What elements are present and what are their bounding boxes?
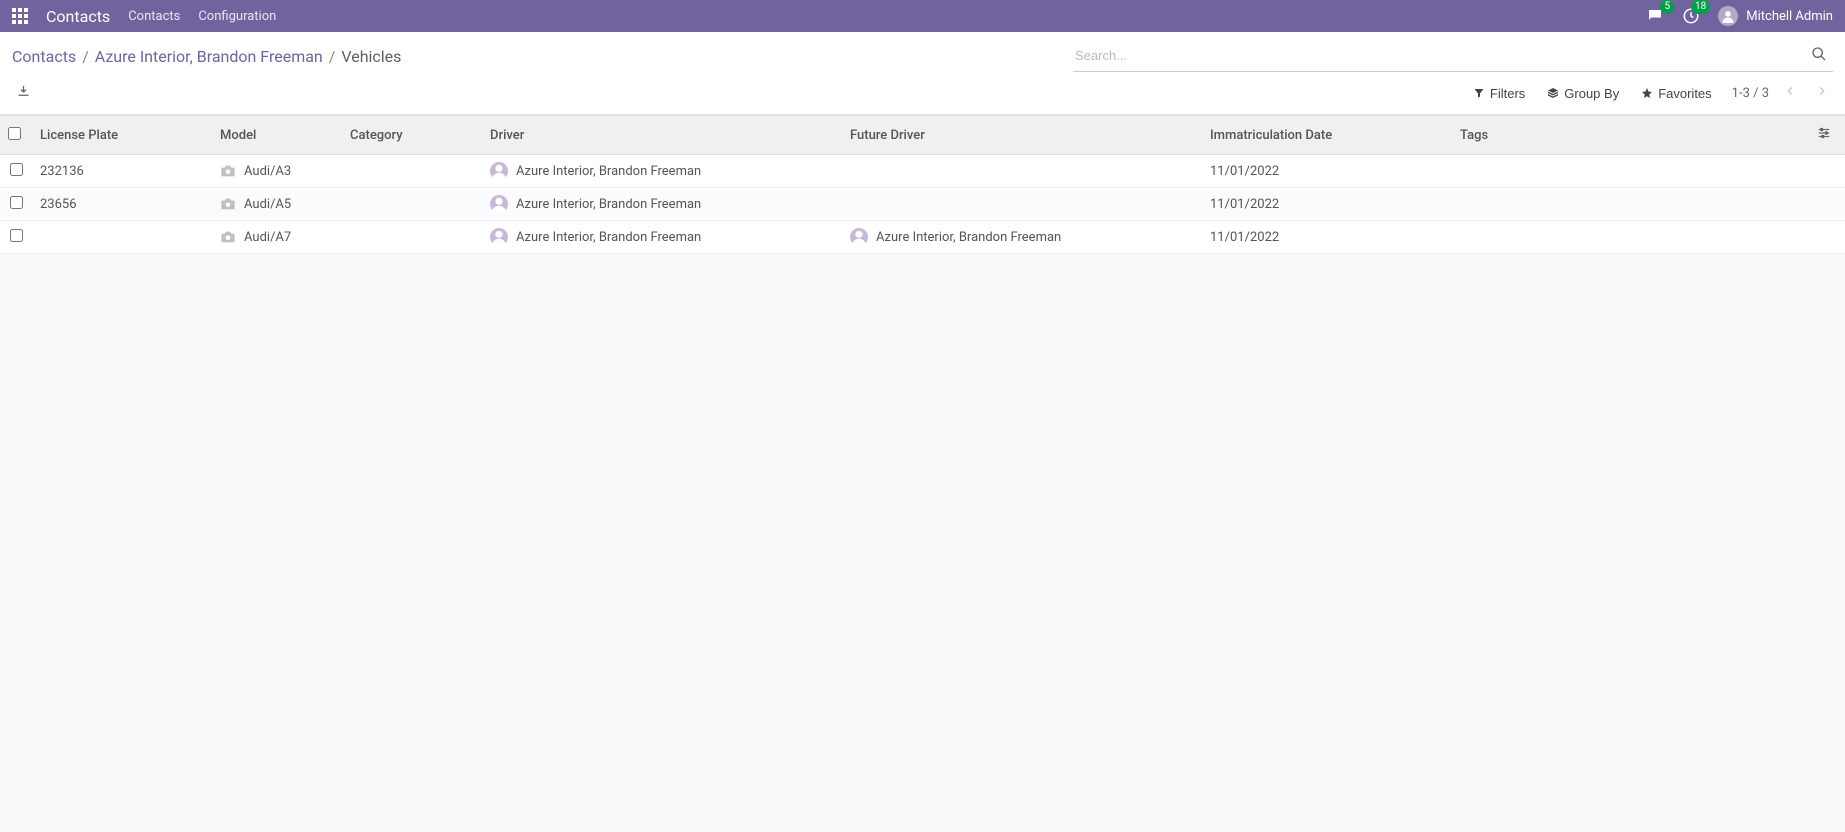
col-model[interactable]: Model: [212, 116, 342, 155]
user-name-label: Mitchell Admin: [1746, 9, 1833, 24]
search-input[interactable]: [1075, 44, 1807, 67]
cell-driver: Azure Interior, Brandon Freeman: [516, 230, 701, 245]
filters-label: Filters: [1490, 86, 1525, 101]
cell-model: Audi/A3: [244, 164, 291, 179]
breadcrumb-contacts[interactable]: Contacts: [12, 47, 76, 66]
select-all-checkbox[interactable]: [8, 127, 21, 140]
sliders-icon: [1817, 126, 1831, 140]
navbar-right: 5 18 Mitchell Admin: [1646, 6, 1833, 26]
pager-prev[interactable]: [1779, 82, 1801, 104]
search-button[interactable]: [1807, 42, 1831, 69]
navbar-left: Contacts Contacts Configuration: [12, 7, 276, 26]
user-menu[interactable]: Mitchell Admin: [1718, 6, 1833, 26]
export-button[interactable]: [12, 80, 35, 106]
pager: 1-3 / 3: [1732, 82, 1833, 104]
download-icon: [16, 84, 31, 99]
breadcrumb-current: Vehicles: [341, 47, 401, 66]
cell-immat-date: 11/01/2022: [1210, 230, 1279, 245]
table-row[interactable]: 232136 Audi/A3 Azure Interior, Brandon Fre…: [0, 155, 1845, 188]
avatar-icon: [490, 162, 508, 180]
cell-driver: Azure Interior, Brandon Freeman: [516, 164, 701, 179]
avatar-icon: [850, 228, 868, 246]
activities-button[interactable]: 18: [1682, 7, 1700, 25]
funnel-icon: [1473, 87, 1485, 99]
control-panel: Contacts / Azure Interior, Brandon Freem…: [0, 32, 1845, 115]
chevron-left-icon: [1783, 84, 1797, 98]
col-license-plate[interactable]: License Plate: [32, 116, 212, 155]
col-immat-date[interactable]: Immatriculation Date: [1202, 116, 1452, 155]
search-icon: [1811, 46, 1827, 62]
nav-link-configuration[interactable]: Configuration: [198, 9, 276, 24]
user-avatar-icon: [1718, 6, 1738, 26]
favorites-button[interactable]: Favorites: [1641, 86, 1711, 101]
camera-icon: [220, 196, 236, 212]
activity-badge: 18: [1691, 0, 1710, 14]
col-future-driver[interactable]: Future Driver: [842, 116, 1202, 155]
pager-next[interactable]: [1811, 82, 1833, 104]
table-row[interactable]: 23656 Audi/A5 Azure Interior, Brandon Free…: [0, 188, 1845, 221]
cell-driver: Azure Interior, Brandon Freeman: [516, 197, 701, 212]
cell-model: Audi/A5: [244, 197, 291, 212]
chat-badge: 5: [1660, 0, 1674, 14]
groupby-label: Group By: [1564, 86, 1619, 101]
filters-button[interactable]: Filters: [1473, 86, 1525, 101]
row-checkbox[interactable]: [10, 229, 23, 242]
cell-immat-date: 11/01/2022: [1210, 164, 1279, 179]
cell-license-plate: 232136: [40, 164, 84, 179]
optional-columns-button[interactable]: [1817, 129, 1831, 144]
search-box: [1073, 40, 1833, 72]
breadcrumb-partner[interactable]: Azure Interior, Brandon Freeman: [95, 47, 323, 66]
camera-icon: [220, 229, 236, 245]
table-row[interactable]: Audi/A7 Azure Interior, Brandon Freeman Az…: [0, 221, 1845, 254]
camera-icon: [220, 163, 236, 179]
nav-link-contacts[interactable]: Contacts: [128, 9, 180, 24]
pager-text[interactable]: 1-3 / 3: [1732, 86, 1769, 101]
chevron-right-icon: [1815, 84, 1829, 98]
layers-icon: [1547, 87, 1559, 99]
app-brand[interactable]: Contacts: [46, 7, 110, 26]
col-category[interactable]: Category: [342, 116, 482, 155]
messaging-button[interactable]: 5: [1646, 7, 1664, 25]
breadcrumb-sep: /: [82, 47, 89, 66]
row-checkbox[interactable]: [10, 196, 23, 209]
cell-model: Audi/A7: [244, 230, 291, 245]
avatar-icon: [490, 228, 508, 246]
col-driver[interactable]: Driver: [482, 116, 842, 155]
row-checkbox[interactable]: [10, 163, 23, 176]
breadcrumb-sep: /: [329, 47, 336, 66]
avatar-icon: [490, 195, 508, 213]
star-icon: [1641, 87, 1653, 99]
groupby-button[interactable]: Group By: [1547, 86, 1619, 101]
apps-icon[interactable]: [12, 8, 28, 24]
cell-immat-date: 11/01/2022: [1210, 197, 1279, 212]
top-navbar: Contacts Contacts Configuration 5 18 Mit…: [0, 0, 1845, 32]
cell-license-plate: 23656: [40, 197, 77, 212]
col-tags[interactable]: Tags: [1452, 116, 1809, 155]
cell-future-driver: Azure Interior, Brandon Freeman: [876, 230, 1061, 245]
favorites-label: Favorites: [1658, 86, 1711, 101]
breadcrumb: Contacts / Azure Interior, Brandon Freem…: [12, 47, 401, 66]
vehicles-table: License Plate Model Category Driver Futu…: [0, 115, 1845, 254]
